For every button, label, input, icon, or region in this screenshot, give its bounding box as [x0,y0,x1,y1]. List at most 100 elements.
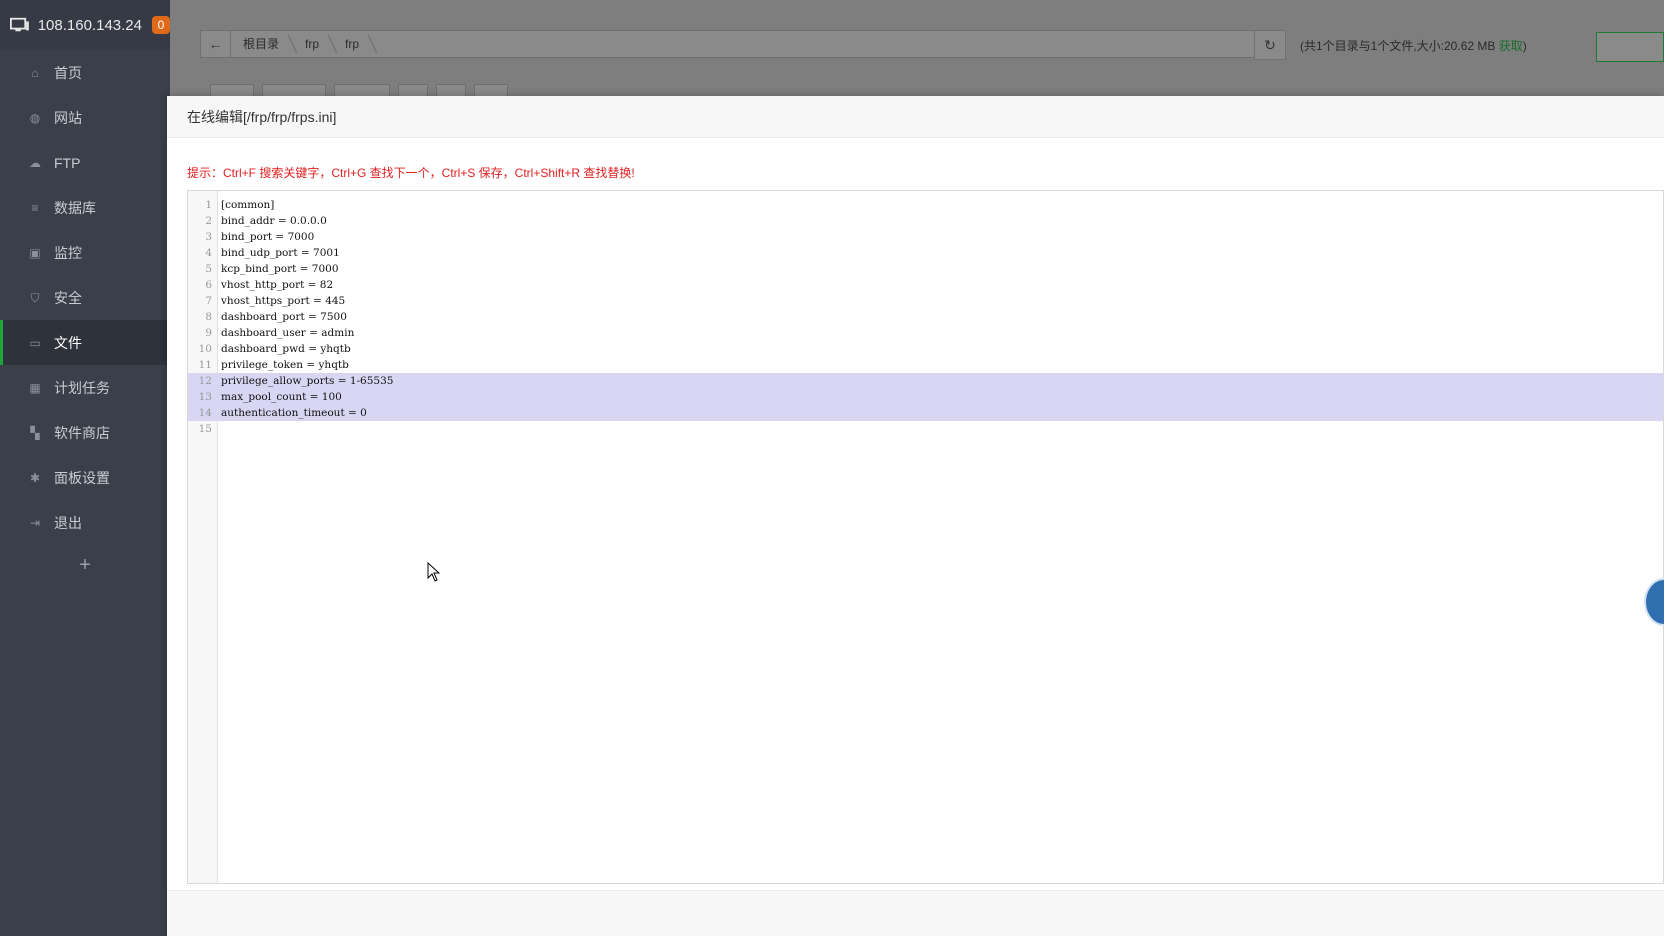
folder-icon: ▭ [29,335,41,350]
code-line[interactable]: 4 bind_udp_port = 7001 [188,245,1663,261]
line-number: 4 [205,247,212,259]
code-text: privilege_allow_ports = 1-65535 [221,375,394,387]
code-text: dashboard_port = 7500 [221,311,347,323]
code-line[interactable]: 15 [188,421,1663,437]
monitor-icon: ▣ [29,245,41,260]
add-shortcut-button[interactable]: + [0,545,170,585]
modal-title: 在线编辑[/frp/frp/frps.ini] [167,96,1664,138]
code-lines[interactable]: 1 [common] 2 bind_addr = 0.0.0.0 3 bind_port … [188,197,1663,437]
sidebar-item-label: 退出 [54,514,82,531]
line-number: 9 [205,327,212,339]
code-line[interactable]: 7 vhost_https_port = 445 [188,293,1663,309]
code-line[interactable]: 6 vhost_http_port = 82 [188,277,1663,293]
code-text: [common] [221,199,275,211]
breadcrumb-frp-2[interactable]: frp [333,31,373,57]
line-number: 7 [205,295,212,307]
sidebar-item-0[interactable]: ⌂ 首页 [0,50,170,95]
code-line[interactable]: 11 privilege_token = yhqtb [188,357,1663,373]
sidebar-item-3[interactable]: ≡ 数据库 [0,185,170,230]
code-line[interactable]: 8 dashboard_port = 7500 [188,309,1663,325]
sidebar-item-6[interactable]: ▭ 文件 [0,320,170,365]
code-text: privilege_token = yhqtb [221,359,349,371]
home-icon: ⌂ [31,65,39,80]
code-line[interactable]: 1 [common] [188,197,1663,213]
refresh-icon: ↻ [1264,36,1276,53]
server-header: 108.160.143.24 0 [0,0,170,50]
breadcrumb-frp-1[interactable]: frp [293,31,333,57]
shortcut-hint: 提示：Ctrl+F 搜索关键字，Ctrl+G 查找下一个，Ctrl+S 保存，C… [187,166,635,180]
grid-icon: ▚ [30,425,40,440]
code-text: dashboard_pwd = yhqtb [221,343,351,355]
line-number: 10 [198,343,212,355]
database-icon: ≡ [31,200,39,215]
directory-summary: (共1个目录与1个文件,大小:20.62 MB 获取) [1300,37,1527,54]
shield-icon: ⛉ [30,290,40,305]
code-line[interactable]: 12 privilege_allow_ports = 1-65535 [188,373,1663,389]
line-number: 11 [198,359,212,371]
sidebar-item-10[interactable]: ⇥ 退出 [0,500,170,545]
code-line[interactable]: 14 authentication_timeout = 0 [188,405,1663,421]
desktop-icon [10,17,29,32]
sidebar-item-2[interactable]: ☁ FTP [0,140,170,185]
sidebar-item-1[interactable]: ◍ 网站 [0,95,170,140]
code-text: kcp_bind_port = 7000 [221,263,339,275]
code-line[interactable]: 5 kcp_bind_port = 7000 [188,261,1663,277]
line-number: 2 [205,215,212,227]
code-editor[interactable]: 1 [common] 2 bind_addr = 0.0.0.0 3 bind_port … [187,190,1664,884]
calendar-icon: ▦ [29,380,41,395]
sidebar-item-8[interactable]: ▚ 软件商店 [0,410,170,455]
sidebar-item-label: 网站 [54,109,82,126]
globe-icon: ◍ [29,110,41,125]
code-text: vhost_http_port = 82 [221,279,334,291]
code-line[interactable]: 13 max_pool_count = 100 [188,389,1663,405]
path-bar[interactable]: ← 根目录 frp frp [200,30,1280,58]
code-text: bind_port = 7000 [221,231,315,243]
gear-icon: ✱ [29,470,41,485]
sidebar-item-4[interactable]: ▣ 监控 [0,230,170,275]
refresh-button[interactable]: ↻ [1254,30,1286,60]
line-number: 13 [198,391,212,403]
line-number: 3 [205,231,212,243]
online-editor-modal: 在线编辑[/frp/frp/frps.ini] 提示：Ctrl+F 搜索关键字，… [167,96,1664,936]
sidebar-item-label: 面板设置 [54,469,110,486]
code-text: dashboard_user = admin [221,327,355,339]
code-text: bind_udp_port = 7001 [221,247,340,259]
code-line[interactable]: 10 dashboard_pwd = yhqtb [188,341,1663,357]
line-number: 5 [205,263,212,275]
sidebar-item-label: 计划任务 [54,379,110,396]
sidebar-item-7[interactable]: ▦ 计划任务 [0,365,170,410]
sidebar-item-label: 文件 [54,334,82,351]
mouse-cursor-icon [427,562,441,582]
summary-end: ) [1522,39,1527,53]
arrow-left-icon: ← [208,36,223,52]
sidebar-item-label: 安全 [54,289,82,306]
line-number: 1 [205,199,212,211]
sidebar-nav: ⌂ 首页 ◍ 网站 ☁ FTP ≡ 数据库 ▣ 监控 ⛉ 安全 ▭ 文件 ▦ 计划任务 ▚ 软件商店 ✱ 面板设置 ⇥ 退… [0,50,170,545]
line-number: 12 [198,375,212,387]
sidebar-item-label: 首页 [54,64,82,81]
sidebar-item-5[interactable]: ⛉ 安全 [0,275,170,320]
notification-badge[interactable]: 0 [152,16,170,34]
code-line[interactable]: 2 bind_addr = 0.0.0.0 [188,213,1663,229]
modal-footer [167,890,1664,936]
logout-icon: ⇥ [29,515,41,530]
search-box[interactable] [1596,32,1664,62]
line-number: 8 [205,311,212,323]
breadcrumb-root[interactable]: 根目录 [231,31,293,57]
code-text: bind_addr = 0.0.0.0 [221,215,327,227]
back-button[interactable]: ← [201,31,231,57]
sidebar-item-label: 数据库 [54,199,96,216]
server-ip: 108.160.143.24 [37,16,142,34]
code-text: max_pool_count = 100 [221,391,342,403]
code-line[interactable]: 3 bind_port = 7000 [188,229,1663,245]
sidebar-item-label: FTP [54,154,81,171]
code-line[interactable]: 9 dashboard_user = admin [188,325,1663,341]
line-number: 6 [205,279,212,291]
ftp-icon: ☁ [29,155,41,170]
line-number: 14 [198,407,212,419]
sidebar-item-label: 监控 [54,244,82,261]
sidebar-item-9[interactable]: ✱ 面板设置 [0,455,170,500]
fetch-size-link[interactable]: 获取 [1499,39,1523,53]
sidebar: 108.160.143.24 0 ⌂ 首页 ◍ 网站 ☁ FTP ≡ 数据库 ▣ 监控 ⛉ 安全 ▭ 文件… [0,0,170,936]
